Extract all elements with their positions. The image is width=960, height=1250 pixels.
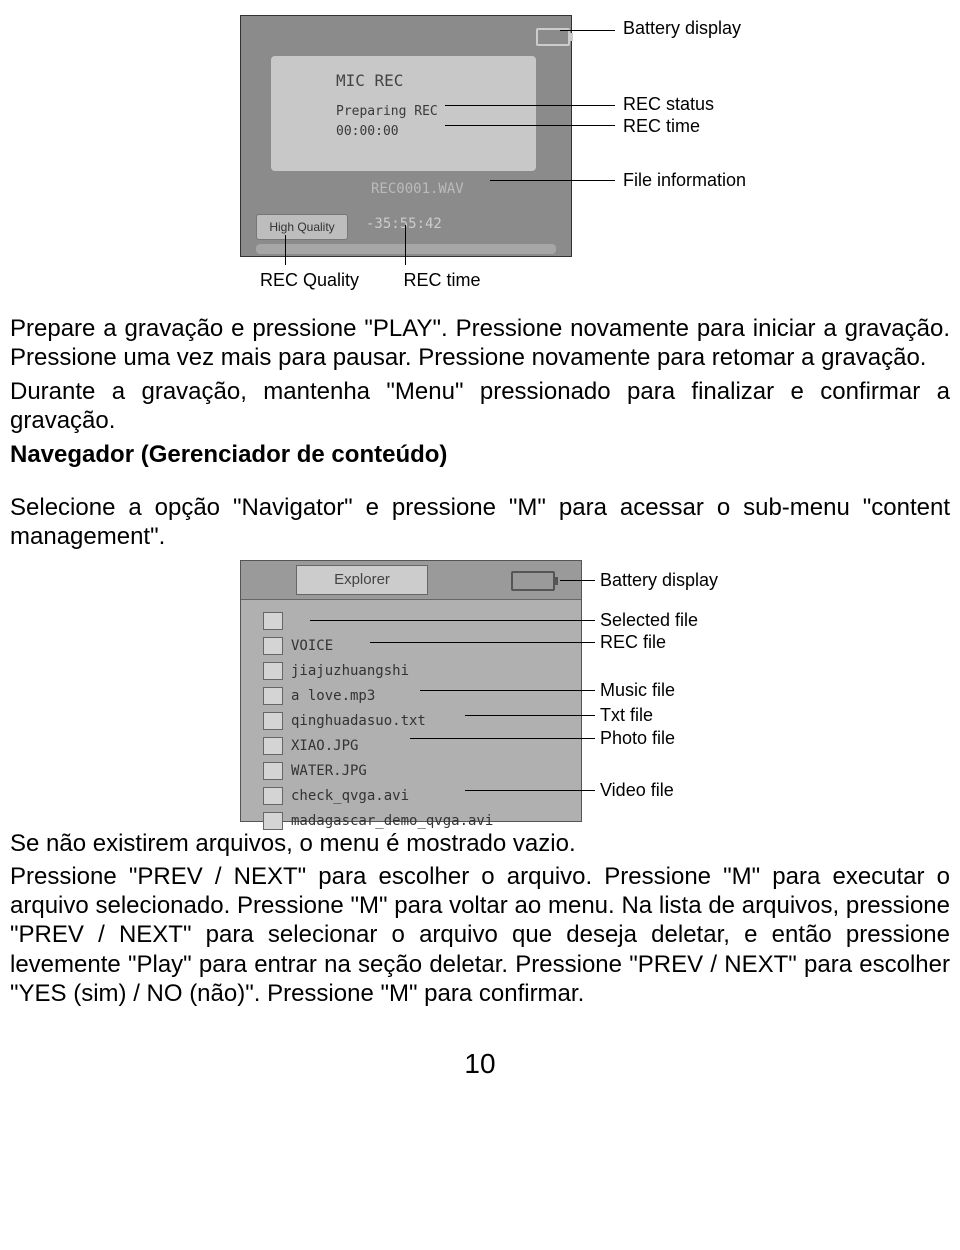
photo-file-icon	[263, 762, 283, 780]
folder-icon	[263, 612, 283, 630]
rec-status-text: Preparing REC	[336, 104, 438, 119]
battery-icon	[511, 571, 555, 591]
folder-icon	[263, 662, 283, 680]
callout-battery: Battery display	[623, 18, 741, 39]
progress-bar	[256, 244, 556, 254]
figure-rec-screen: MIC REC Preparing REC 00:00:00 REC0001.W…	[230, 10, 950, 310]
folder-icon	[263, 637, 283, 655]
paragraph-2: Durante a gravação, mantenha "Menu" pres…	[10, 377, 950, 436]
callout-file-info: File information	[623, 170, 746, 191]
rec-time-text: 00:00:00	[336, 124, 399, 139]
list-item	[263, 609, 563, 634]
paragraph-3: Selecione a opção "Navigator" e pression…	[10, 493, 950, 552]
page-number: 10	[10, 1048, 950, 1080]
list-item: a love.mp3	[263, 684, 563, 709]
list-item: qinghuadasuo.txt	[263, 709, 563, 734]
list-item: madagascar_demo_qvga.avi	[263, 809, 563, 834]
paragraph-1: Prepare a gravação e pressione "PLAY". P…	[10, 314, 950, 373]
music-file-icon	[263, 687, 283, 705]
list-item: VOICE	[263, 634, 563, 659]
section-heading: Navegador (Gerenciador de conteúdo)	[10, 441, 950, 469]
photo-file-icon	[263, 737, 283, 755]
list-item: WATER.JPG	[263, 759, 563, 784]
explorer-screenshot: Explorer VOICE jiajuzhuangshi a love.mp3…	[240, 560, 582, 822]
callout-rec-quality: REC Quality	[260, 270, 359, 291]
list-item: check_qvga.avi	[263, 784, 563, 809]
callout-music: Music file	[600, 680, 675, 701]
rec-title: MIC REC	[336, 71, 403, 90]
video-file-icon	[263, 787, 283, 805]
callout-rec-time-2: REC time	[403, 270, 480, 291]
paragraph-5: Pressione "PREV / NEXT" para escolher o …	[10, 862, 950, 1008]
rec-file-text: REC0001.WAV	[371, 181, 464, 197]
explorer-tab: Explorer	[296, 565, 428, 595]
callout-battery-2: Battery display	[600, 570, 718, 591]
callout-txt: Txt file	[600, 705, 653, 726]
rec-remain-text: -35:55:42	[366, 216, 442, 232]
txt-file-icon	[263, 712, 283, 730]
callout-rec-status: REC status	[623, 94, 714, 115]
rec-quality-box: High Quality	[256, 214, 348, 240]
device-screenshot: MIC REC Preparing REC 00:00:00 REC0001.W…	[240, 15, 572, 257]
video-file-icon	[263, 812, 283, 830]
callout-rec-time: REC time	[623, 116, 700, 137]
list-item: jiajuzhuangshi	[263, 659, 563, 684]
figure-explorer-screen: Explorer VOICE jiajuzhuangshi a love.mp3…	[240, 560, 950, 825]
callout-recfile: REC file	[600, 632, 666, 653]
callout-video: Video file	[600, 780, 674, 801]
callout-selected: Selected file	[600, 610, 698, 631]
callout-photo: Photo file	[600, 728, 675, 749]
